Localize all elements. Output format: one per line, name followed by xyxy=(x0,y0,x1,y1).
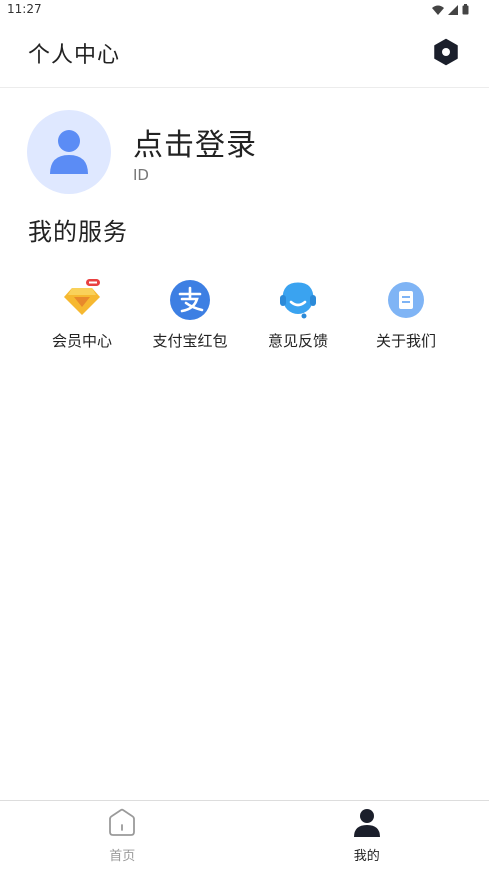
nav-icon-wrap xyxy=(351,807,383,839)
service-label: 会员中心 xyxy=(51,332,112,350)
services-title: 我的服务 xyxy=(28,218,128,246)
nav-label: 我的 xyxy=(353,849,380,864)
signal-icon xyxy=(448,4,458,15)
diamond-vip-icon xyxy=(64,279,100,315)
customer-service-icon xyxy=(280,282,316,319)
service-item-about[interactable]: 关于我们 xyxy=(352,278,460,358)
service-label: 支付宝红包 xyxy=(152,332,228,350)
avatar[interactable] xyxy=(27,110,111,194)
battery-icon xyxy=(462,4,469,15)
service-item-alipay[interactable]: 支付宝红包 xyxy=(136,278,244,358)
nav-label: 首页 xyxy=(109,849,136,864)
services-grid: 会员中心 支付宝红包 意见反馈 关于我们 xyxy=(28,278,460,358)
nav-icon-wrap xyxy=(106,807,138,839)
nav-item-home[interactable]: 首页 xyxy=(0,801,245,869)
nav-item-profile[interactable]: 我的 xyxy=(245,801,489,869)
status-bar: 11:27 xyxy=(0,0,489,20)
page-title: 个人中心 xyxy=(28,43,121,68)
user-avatar-icon xyxy=(50,130,88,174)
service-icon-wrap xyxy=(276,278,320,322)
service-icon-wrap xyxy=(168,278,212,322)
settings-hexagon-icon xyxy=(434,38,458,66)
service-item-feedback[interactable]: 意见反馈 xyxy=(244,278,352,358)
settings-button[interactable] xyxy=(430,36,462,68)
header: 个人中心 xyxy=(0,20,489,88)
service-label: 关于我们 xyxy=(375,332,436,350)
profile-icon xyxy=(353,809,380,837)
service-item-vip[interactable]: 会员中心 xyxy=(28,278,136,358)
document-icon xyxy=(388,282,424,318)
service-label: 意见反馈 xyxy=(267,332,328,350)
login-link[interactable]: 点击登录 xyxy=(133,120,257,164)
screen: 11:27 个人中心 点击登录 ID 我的服务 会员中心 支付宝红包 意见反馈 … xyxy=(0,0,489,869)
home-icon xyxy=(109,808,136,836)
service-icon-wrap xyxy=(384,278,428,322)
profile-section: 点击登录 ID xyxy=(27,110,467,196)
alipay-icon xyxy=(170,280,210,320)
bottom-nav: 首页 我的 xyxy=(0,800,489,869)
service-icon-wrap xyxy=(60,278,104,322)
user-id-label: ID xyxy=(133,166,149,184)
wifi-icon xyxy=(432,5,444,15)
status-time: 11:27 xyxy=(7,2,42,16)
status-icons xyxy=(432,4,469,15)
